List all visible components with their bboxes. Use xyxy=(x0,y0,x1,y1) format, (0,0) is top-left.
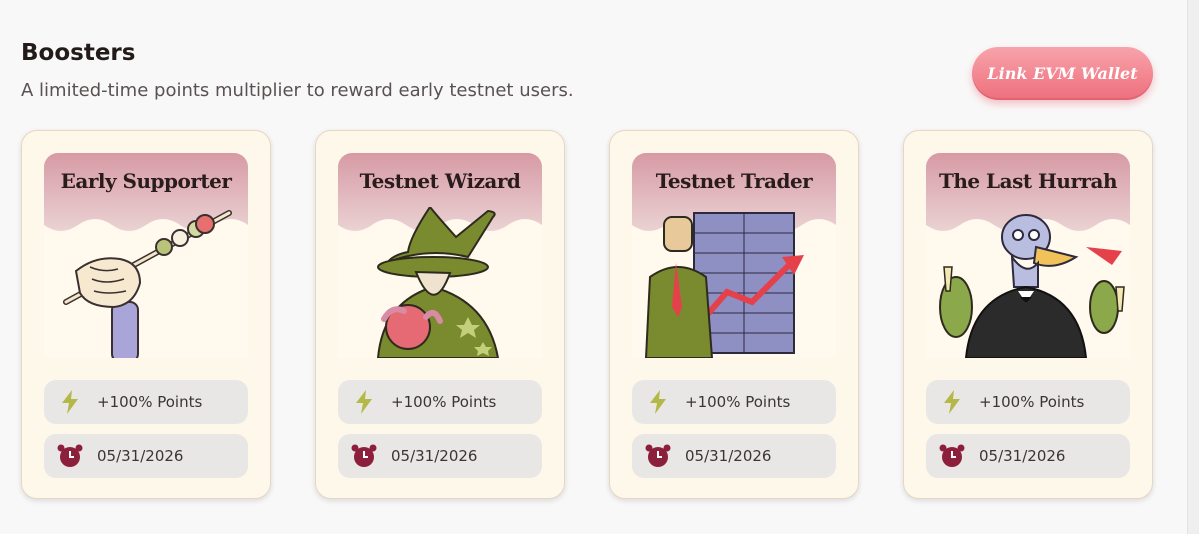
points-badge: +100% Points xyxy=(926,380,1130,424)
expiry-date: 05/31/2026 xyxy=(685,447,772,465)
booster-card-testnet-trader[interactable]: Testnet Trader +100% Points 05/31/2026 xyxy=(609,130,859,499)
wizard-illustration xyxy=(376,207,500,358)
alarm-clock-icon xyxy=(644,442,672,470)
card-title: Testnet Wizard xyxy=(359,169,521,193)
expiry-date: 05/31/2026 xyxy=(97,447,184,465)
card-title: Early Supporter xyxy=(60,169,232,193)
lightning-bolt-icon xyxy=(350,388,378,416)
card-banner: Testnet Trader xyxy=(632,153,836,358)
boosters-panel: Boosters A limited-time points multiplie… xyxy=(0,0,1188,534)
lightning-bolt-icon xyxy=(644,388,672,416)
expiry-badge: 05/31/2026 xyxy=(632,434,836,478)
booster-card-early-supporter[interactable]: Early Supporter +100% Points 05/31/2026 xyxy=(21,130,271,499)
points-badge: +100% Points xyxy=(632,380,836,424)
points-label: +100% Points xyxy=(979,393,1085,411)
expiry-badge: 05/31/2026 xyxy=(338,434,542,478)
expiry-date: 05/31/2026 xyxy=(979,447,1066,465)
expiry-date: 05/31/2026 xyxy=(391,447,478,465)
hand-skewer-illustration xyxy=(63,210,232,358)
card-banner: Early Supporter xyxy=(44,153,248,358)
lightning-bolt-icon xyxy=(56,388,84,416)
booster-card-the-last-hurrah[interactable]: The Last Hurrah +100% Points 05/31/2026 xyxy=(903,130,1153,499)
alarm-clock-icon xyxy=(350,442,378,470)
scrollbar[interactable] xyxy=(1188,0,1199,534)
page-subtitle: A limited-time points multiplier to rewa… xyxy=(21,80,574,101)
expiry-badge: 05/31/2026 xyxy=(926,434,1130,478)
page-title: Boosters xyxy=(21,40,136,66)
alarm-clock-icon xyxy=(938,442,966,470)
points-label: +100% Points xyxy=(685,393,791,411)
lightning-bolt-icon xyxy=(938,388,966,416)
points-badge: +100% Points xyxy=(338,380,542,424)
party-ostrich-illustration xyxy=(939,214,1125,358)
trader-chart-illustration xyxy=(644,212,804,358)
points-label: +100% Points xyxy=(391,393,497,411)
link-evm-wallet-button[interactable]: Link EVM Wallet xyxy=(972,47,1153,100)
booster-card-testnet-wizard[interactable]: Testnet Wizard +100% Points 05/31/2026 xyxy=(315,130,565,499)
card-banner: The Last Hurrah xyxy=(926,153,1130,358)
expiry-badge: 05/31/2026 xyxy=(44,434,248,478)
points-label: +100% Points xyxy=(97,393,203,411)
card-banner: Testnet Wizard xyxy=(338,153,542,358)
card-title: The Last Hurrah xyxy=(938,169,1118,193)
points-badge: +100% Points xyxy=(44,380,248,424)
card-title: Testnet Trader xyxy=(655,169,813,193)
alarm-clock-icon xyxy=(56,442,84,470)
